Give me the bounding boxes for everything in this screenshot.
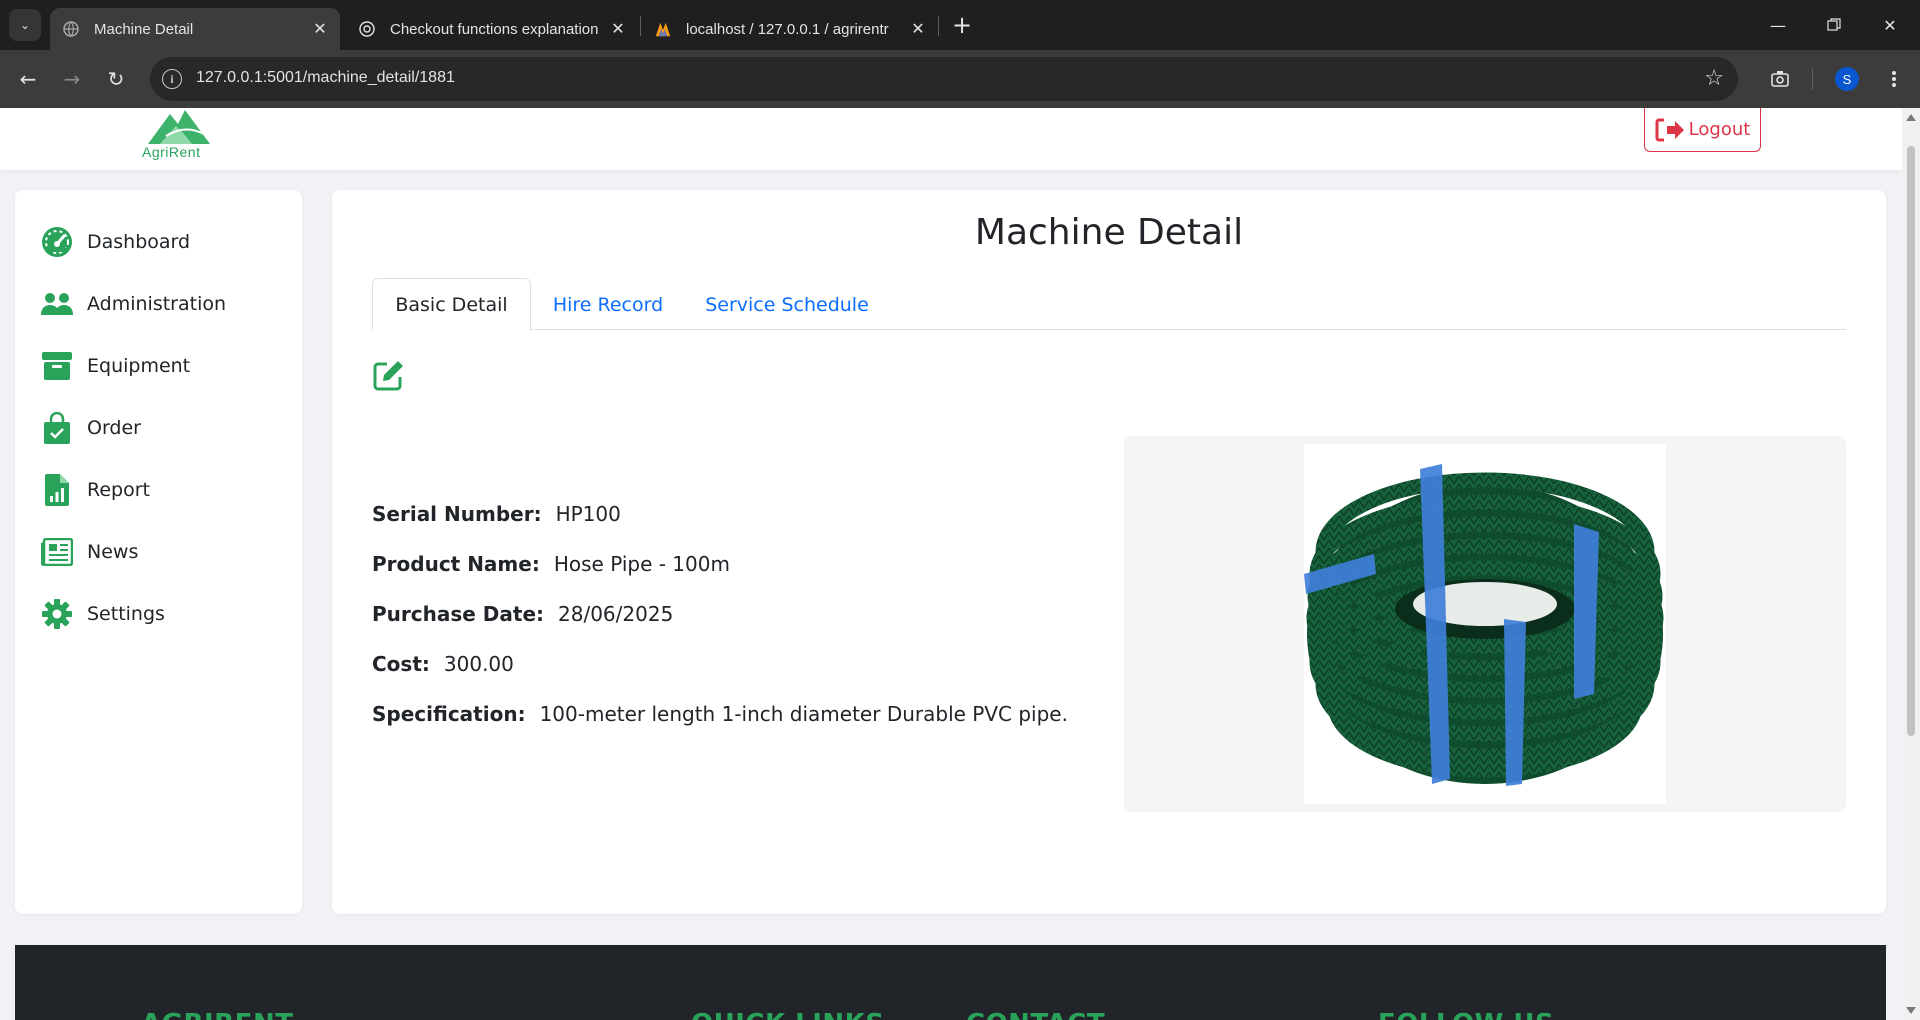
page-viewport: AgriRent Logout Dashboard Administration: [0, 108, 1902, 1020]
site-footer: AGRIRENT QUICK LINKS CONTACT FOLLOW US: [15, 945, 1886, 1020]
gauge-icon: [41, 226, 73, 258]
newspaper-icon: [41, 536, 73, 568]
logo-text: AgriRent: [142, 144, 201, 160]
footer-heading-quick-links: QUICK LINKS: [691, 1009, 885, 1020]
sidebar-item-label: Administration: [87, 293, 227, 315]
footer-heading-contact: CONTACT: [966, 1009, 1105, 1020]
sidebar-item-administration[interactable]: Administration: [41, 286, 226, 322]
hose-pipe-image: [1304, 464, 1664, 786]
machine-detail-card: Machine Detail Basic Detail Hire Record …: [332, 190, 1886, 914]
page-scrollbar[interactable]: [1902, 108, 1920, 1020]
restore-icon[interactable]: [1808, 0, 1860, 50]
serial-number-row: Serial Number: HP100: [372, 502, 621, 526]
sidebar-item-report[interactable]: Report: [41, 472, 150, 508]
screenshot-icon[interactable]: [1764, 63, 1796, 95]
close-tab-icon[interactable]: ✕: [906, 17, 930, 41]
serial-number-value: HP100: [555, 502, 621, 526]
detail-tabs: Basic Detail Hire Record Service Schedul…: [372, 278, 1846, 331]
browser-toolbar: ← → ↻ i 127.0.0.1:5001/machine_detail/18…: [0, 50, 1920, 108]
product-name-row: Product Name: Hose Pipe - 100m: [372, 552, 730, 576]
tab-title: localhost / 127.0.0.1 / agrirentr: [686, 20, 889, 38]
users-icon: [41, 288, 73, 320]
specification-value: 100-meter length 1-inch diameter Durable…: [539, 702, 1068, 726]
scroll-up-arrow-icon[interactable]: [1906, 114, 1916, 121]
tab-basic-detail[interactable]: Basic Detail: [372, 278, 531, 331]
sidebar-item-label: Settings: [87, 603, 165, 625]
sidebar-item-label: Equipment: [87, 355, 191, 377]
specification-label: Specification:: [372, 702, 526, 726]
cost-value: 300.00: [443, 652, 514, 676]
chevron-down-icon: ⌄: [19, 18, 31, 32]
close-tab-icon[interactable]: ✕: [606, 17, 630, 41]
agrirent-logo[interactable]: AgriRent: [140, 108, 230, 162]
tab-hire-record[interactable]: Hire Record: [531, 278, 685, 331]
shopping-bag-check-icon: [41, 412, 73, 444]
sidebar-item-equipment[interactable]: Equipment: [41, 348, 190, 384]
sidebar-item-order[interactable]: Order: [41, 410, 141, 446]
purchase-date-row: Purchase Date: 28/06/2025: [372, 602, 673, 626]
sidebar-item-label: News: [87, 541, 139, 563]
tab-service-schedule[interactable]: Service Schedule: [685, 278, 889, 331]
sidebar-item-news[interactable]: News: [41, 534, 138, 570]
tab-title: Machine Detail: [94, 20, 194, 38]
specification-row: Specification: 100-meter length 1-inch di…: [372, 702, 1068, 726]
sidebar-item-dashboard[interactable]: Dashboard: [41, 224, 190, 260]
machine-photo: [1304, 444, 1666, 804]
serial-number-label: Serial Number:: [372, 502, 542, 526]
logout-button[interactable]: Logout: [1644, 108, 1761, 152]
logo-mountain-icon: [148, 110, 210, 144]
reload-icon[interactable]: ↻: [100, 63, 132, 95]
sidebar-item-label: Order: [87, 417, 141, 439]
browser-tab-checkout[interactable]: Checkout functions explanation ✕: [346, 8, 638, 50]
edit-button[interactable]: [372, 358, 406, 392]
bookmark-star-icon[interactable]: ☆: [1704, 66, 1724, 91]
browser-tab-bar: ⌄ Machine Detail ✕ Checkout functions ex…: [0, 0, 1920, 50]
url-text[interactable]: 127.0.0.1:5001/machine_detail/1881: [196, 69, 455, 87]
more-menu-icon[interactable]: [1878, 63, 1910, 95]
product-name-label: Product Name:: [372, 552, 540, 576]
tab-title: Checkout functions explanation: [390, 20, 599, 38]
back-arrow-icon[interactable]: ←: [12, 63, 44, 95]
browser-tab-machine-detail[interactable]: Machine Detail ✕: [50, 8, 340, 50]
toolbar-separator: [1812, 68, 1813, 90]
minimize-icon[interactable]: —: [1752, 0, 1804, 50]
openai-icon: [358, 20, 376, 38]
sidebar-item-label: Report: [87, 479, 150, 501]
logout-label: Logout: [1688, 119, 1751, 140]
cost-label: Cost:: [372, 652, 430, 676]
site-header: AgriRent Logout: [0, 108, 1902, 170]
sign-out-icon: [1655, 118, 1684, 141]
close-tab-icon[interactable]: ✕: [308, 17, 332, 41]
phpmyadmin-icon: [654, 20, 672, 38]
sidebar: Dashboard Administration Equipment Order: [15, 190, 302, 914]
sidebar-item-settings[interactable]: Settings: [41, 596, 165, 632]
profile-avatar[interactable]: S: [1835, 67, 1859, 91]
tab-search-button[interactable]: ⌄: [9, 9, 41, 41]
site-info-icon[interactable]: i: [162, 69, 182, 89]
address-bar[interactable]: i 127.0.0.1:5001/machine_detail/1881 ☆: [150, 57, 1738, 101]
edit-square-icon: [373, 361, 403, 391]
file-chart-icon: [41, 474, 73, 506]
page-title: Machine Detail: [974, 212, 1244, 253]
scrollbar-thumb[interactable]: [1907, 146, 1915, 736]
footer-heading-agrirent: AGRIRENT: [141, 1009, 293, 1020]
close-window-icon[interactable]: ✕: [1864, 0, 1916, 50]
forward-arrow-icon[interactable]: →: [56, 63, 88, 95]
machine-image-panel: [1124, 436, 1846, 812]
tab-separator: [938, 16, 939, 36]
tab-separator: [640, 16, 641, 36]
gear-icon: [41, 598, 73, 630]
browser-tab-phpmyadmin[interactable]: localhost / 127.0.0.1 / agrirentr ✕: [642, 8, 938, 50]
cost-row: Cost: 300.00: [372, 652, 514, 676]
sidebar-item-label: Dashboard: [87, 231, 191, 253]
archive-box-icon: [41, 350, 73, 382]
globe-icon: [62, 20, 80, 38]
scroll-down-arrow-icon[interactable]: [1906, 1007, 1916, 1014]
product-name-value: Hose Pipe - 100m: [553, 552, 730, 576]
footer-heading-follow-us: FOLLOW US: [1378, 1009, 1554, 1020]
new-tab-plus-icon[interactable]: +: [948, 11, 976, 39]
purchase-date-label: Purchase Date:: [372, 602, 545, 626]
purchase-date-value: 28/06/2025: [558, 602, 674, 626]
